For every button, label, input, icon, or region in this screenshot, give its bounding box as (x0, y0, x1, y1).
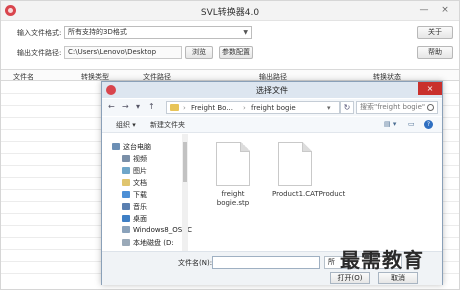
drive-icon (122, 226, 130, 233)
new-folder-button[interactable]: 新建文件夹 (150, 120, 185, 130)
output-path-label: 输出文件路径: (17, 49, 62, 57)
file-item[interactable]: Product1.CATProduct (272, 142, 346, 199)
refresh-icon[interactable]: ↻ (340, 101, 354, 114)
watermark-logo: 最需教育 (340, 248, 424, 272)
input-format-value: 所有支持的3D格式 (68, 28, 127, 36)
nav-item-videos[interactable]: 视频 (122, 154, 147, 164)
input-format-label: 输入文件格式: (17, 29, 62, 37)
breadcrumb-item[interactable]: Freight Bo... (191, 104, 233, 112)
dialog-title-bar: 选择文件 × (102, 82, 442, 98)
recent-chevron-icon[interactable]: ▾ (136, 102, 140, 111)
nav-item-desktop[interactable]: 桌面 (122, 214, 147, 224)
nav-scrollbar-thumb[interactable] (183, 142, 187, 182)
close-button[interactable]: × (437, 3, 453, 17)
nav-item-pictures[interactable]: 图片 (122, 166, 147, 176)
dialog-title: 选择文件 (256, 86, 288, 95)
drive-icon (122, 239, 130, 246)
file-item[interactable]: freight bogie.stp (210, 142, 256, 208)
dialog-close-button[interactable]: × (418, 82, 442, 95)
about-button[interactable]: 关于 (417, 26, 453, 39)
output-path-field[interactable]: C:\Users\Lenovo\Desktop (64, 46, 182, 59)
help-icon[interactable]: ? (424, 120, 433, 129)
nav-item-this-pc[interactable]: 这台电脑 (112, 142, 151, 152)
app-title: SVL转换器4.0 (200, 8, 260, 18)
nav-item-downloads[interactable]: 下载 (122, 190, 147, 200)
cancel-button[interactable]: 取消 (378, 272, 418, 284)
help-button[interactable]: 帮助 (417, 46, 453, 59)
pictures-icon (122, 167, 130, 174)
nav-item-music[interactable]: 音乐 (122, 202, 147, 212)
search-icon (427, 104, 434, 111)
chevron-down-icon: ▼ (243, 29, 248, 36)
dialog-toolbar: 组织 ▾ 新建文件夹 ▤ ▾ ▭ ? (102, 117, 442, 133)
column-header-filename[interactable]: 文件名 (13, 72, 34, 82)
file-name: Product1.CATProduct (272, 190, 346, 198)
file-table-header: 文件名 转换类型 文件路径 输出路径 转换状态 (1, 69, 459, 81)
computer-icon (112, 143, 120, 150)
title-bar: SVL转换器4.0 — × (1, 1, 459, 21)
preview-pane-icon[interactable]: ▭ (408, 120, 415, 128)
address-row: ← → ▾ ↑ › Freight Bo... › freight bogie … (102, 99, 442, 116)
open-button[interactable]: 打开(O) (330, 272, 370, 284)
back-arrow-icon[interactable]: ← (108, 102, 115, 111)
breadcrumb-item[interactable]: freight bogie (251, 104, 296, 112)
breadcrumb-separator: › (183, 104, 186, 112)
forward-arrow-icon[interactable]: → (122, 102, 129, 111)
search-placeholder: 搜索"freight bogie" (360, 103, 426, 111)
filename-input[interactable] (212, 256, 320, 269)
filename-label: 文件名(N): (178, 259, 213, 267)
documents-icon (122, 179, 130, 186)
organize-menu[interactable]: 组织 ▾ (116, 120, 136, 130)
video-icon (122, 155, 130, 162)
chevron-down-icon[interactable]: ▾ (327, 104, 331, 112)
search-input[interactable]: 搜索"freight bogie" (356, 101, 438, 114)
navigation-pane: 这台电脑 视频 图片 文档 下载 音乐 桌面 Windows8_OS (C 本地… (102, 134, 192, 251)
breadcrumb-separator: › (243, 104, 246, 112)
file-name: freight bogie.stp (216, 190, 250, 207)
folder-icon (170, 104, 179, 111)
downloads-icon (122, 191, 130, 198)
params-config-button[interactable]: 参数配置 (219, 46, 253, 59)
filetype-value: 所 (328, 258, 335, 266)
document-icon (216, 142, 250, 186)
document-icon (278, 142, 312, 186)
view-options-icon[interactable]: ▤ ▾ (384, 120, 396, 128)
nav-item-documents[interactable]: 文档 (122, 178, 147, 188)
address-bar[interactable]: › Freight Bo... › freight bogie ▾ (166, 101, 340, 114)
nav-item-drive-d[interactable]: 本地磁盘 (D: (122, 238, 174, 248)
minimize-button[interactable]: — (416, 3, 432, 17)
desktop-icon (122, 215, 130, 222)
music-icon (122, 203, 130, 210)
up-arrow-icon[interactable]: ↑ (148, 102, 155, 111)
input-format-select[interactable]: 所有支持的3D格式 ▼ (64, 26, 252, 39)
browse-button[interactable]: 浏览 (185, 46, 213, 59)
